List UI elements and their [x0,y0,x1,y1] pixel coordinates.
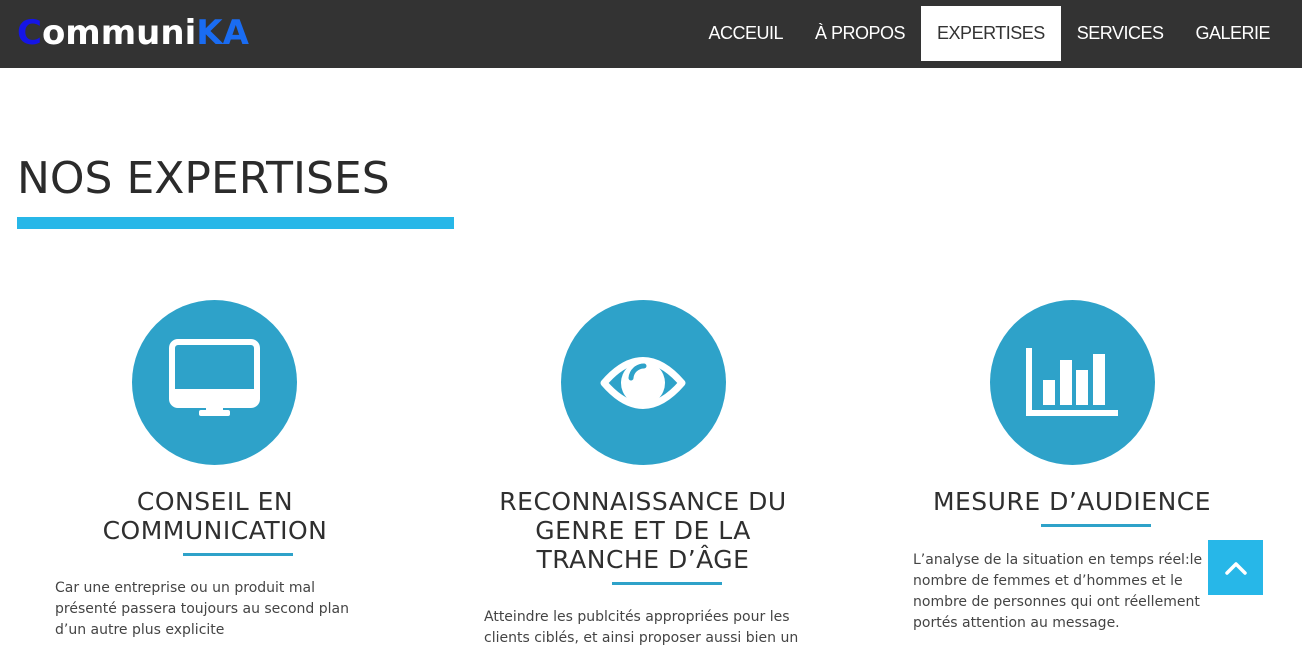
nav-item-galerie[interactable]: GALERIE [1179,6,1286,61]
card-description: Car une entreprise ou un produit mal pré… [55,578,395,641]
nav-item-expertises[interactable]: EXPERTISES [921,6,1061,61]
site-logo[interactable]: CommuniKA [17,12,249,54]
main-nav: ACCEUIL À PROPOS EXPERTISES SERVICES GAL… [692,6,1286,61]
card-title-underline [1041,524,1151,527]
nav-item-services[interactable]: SERVICES [1061,6,1180,61]
card-title-line: TRANCHE D’ÂGE [536,545,750,574]
section-title-underline [17,217,454,229]
card-title: CONSEIL EN COMMUNICATION [15,487,415,545]
monitor-icon [169,339,260,416]
card-description: Atteindre les publcités appropriées pour… [484,607,829,649]
nav-item-acceuil[interactable]: ACCEUIL [692,6,799,61]
card-title-line: CONSEIL EN [136,487,294,516]
card-text-line: portés attention au message. [913,615,1120,631]
card-title-line: GENRE ET DE LA [535,516,751,545]
card-title-underline [612,582,722,585]
logo-middle: ommuni [41,13,197,53]
card-text-line: L’analyse de la situation en temps réel:… [913,552,1203,568]
card-title-line: RECONNAISSANCE DU [499,487,787,516]
card-text-line: clients ciblés, et ainsi proposer aussi … [484,630,799,646]
eye-icon [600,357,686,409]
scroll-to-top-button[interactable] [1208,540,1263,595]
top-navbar: CommuniKA ACCEUIL À PROPOS EXPERTISES SE… [0,0,1302,68]
card-text-line: nombre de femmes et d’hommes et le [913,573,1183,589]
card-text-line: présenté passera toujours au second plan [55,601,349,617]
eye-icon-circle [561,300,726,465]
nav-item-a-propos[interactable]: À PROPOS [799,6,921,61]
card-text-line: d’un autre plus explicite [55,622,225,638]
logo-letter-c: C [17,13,42,53]
card-title: RECONNAISSANCE DU GENRE ET DE LA TRANCHE… [443,487,843,574]
section-title: NOS EXPERTISES [17,153,390,204]
logo-ka: KA [196,13,249,53]
bar-chart-icon-circle [990,300,1155,465]
card-title: MESURE D’AUDIENCE [872,487,1272,516]
chevron-up-icon [1224,561,1247,575]
monitor-icon-circle [132,300,297,465]
card-text-line: Car une entreprise ou un produit mal [55,580,315,596]
card-title-line: COMMUNICATION [102,516,328,545]
card-text-line: nombre de personnes qui ont réellement [913,594,1200,610]
card-title-line: MESURE D’AUDIENCE [932,487,1212,516]
card-title-underline [183,553,293,556]
card-description: L’analyse de la situation en temps réel:… [913,550,1233,634]
card-text-line: Atteindre les publcités appropriées pour… [484,609,790,625]
bar-chart-icon [1026,348,1118,416]
